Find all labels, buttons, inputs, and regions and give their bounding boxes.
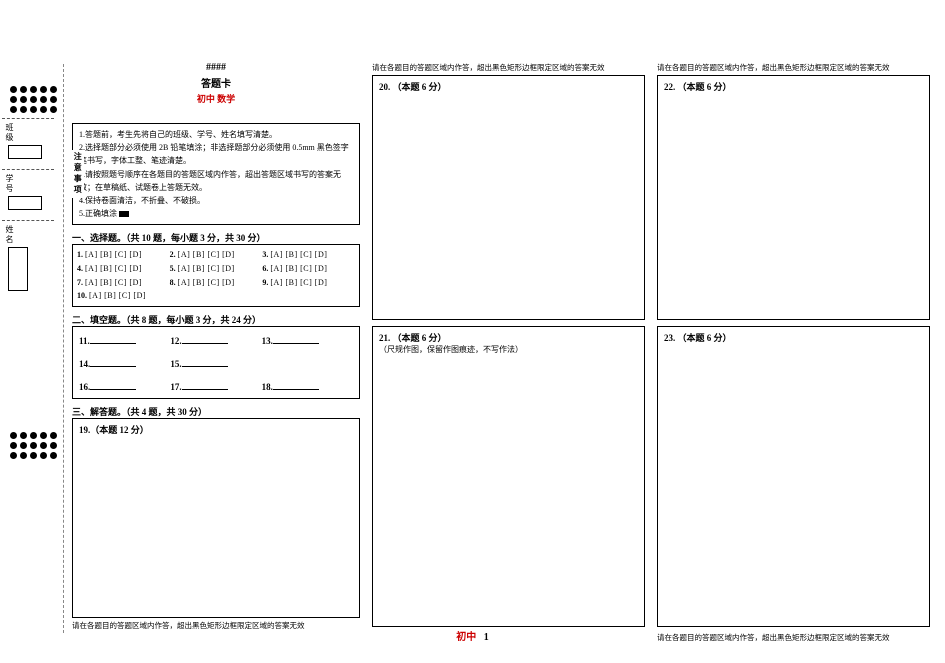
instruction-3: 3.请按照题号顺序在各题目的答题区域内作答，超出答题区域书写的答案无效；在草稿纸… — [79, 168, 353, 194]
mc-item-10[interactable]: 10. [A] [B] [C] [D] — [77, 289, 170, 303]
student-info-sidebar: 班 级 学 号 姓 名 — [2, 118, 54, 301]
mc-item-5[interactable]: 5. [A] [B] [C] [D] — [170, 262, 263, 276]
mc-item-9[interactable]: 9. [A] [B] [C] [D] — [262, 276, 355, 290]
mc-item-3[interactable]: 3. [A] [B] [C] [D] — [262, 248, 355, 262]
card-title: 答题卡 — [72, 75, 360, 90]
q20-heading: 20. （本题 6 分） — [379, 80, 638, 93]
instructions-side-label: 注意事项 — [71, 150, 84, 198]
number-label: 学 号 — [4, 174, 15, 192]
footer-page: 1 — [484, 632, 489, 643]
multiple-choice-box: 1. [A] [B] [C] [D] 2. [A] [B] [C] [D] 3.… — [72, 244, 360, 306]
q23-heading: 23. （本题 6 分） — [664, 331, 923, 344]
fill-12[interactable]: 12. — [170, 335, 261, 346]
page-title: #### 答题卡 初中 数学 — [72, 62, 360, 105]
q22-heading: 22. （本题 6 分） — [664, 80, 923, 93]
page-footer: 初中 1 — [0, 628, 945, 643]
answer-box-q22[interactable]: 22. （本题 6 分） — [657, 75, 930, 320]
q19-heading: 19.（本题 12 分） — [79, 423, 353, 436]
class-input-box[interactable] — [8, 145, 42, 159]
q21-sub: （尺规作图，保留作图痕迹，不写作法） — [379, 344, 638, 355]
instruction-4: 4.保持卷面清洁，不折叠、不破损。 — [79, 194, 353, 207]
mc-item-8[interactable]: 8. [A] [B] [C] [D] — [170, 276, 263, 290]
name-label: 姓 名 — [4, 225, 15, 243]
fill-11[interactable]: 11. — [79, 335, 170, 346]
alignment-markers-bottom — [10, 432, 57, 462]
section-1-heading: 一、选择题。（共 10 题，每小题 3 分，共 30 分） — [72, 231, 360, 244]
q21-heading: 21. （本题 6 分） — [379, 331, 638, 344]
binding-dash-line — [63, 64, 64, 633]
instruction-2: 2.选择题部分必须使用 2B 铅笔填涂；非选择题部分必须使用 0.5mm 黑色签… — [79, 141, 353, 167]
fill-15[interactable]: 15. — [170, 358, 261, 369]
mc-item-2[interactable]: 2. [A] [B] [C] [D] — [170, 248, 263, 262]
class-label: 班 级 — [4, 123, 15, 141]
fill-14[interactable]: 14. — [79, 358, 170, 369]
number-input-box[interactable] — [8, 196, 42, 210]
fill-18[interactable]: 18. — [262, 381, 353, 392]
mc-item-4[interactable]: 4. [A] [B] [C] [D] — [77, 262, 170, 276]
instruction-5: 5.正确填涂 — [79, 207, 353, 220]
col2-top-warning: 请在各题目的答题区域内作答，超出黑色矩形边框限定区域的答案无效 — [372, 62, 645, 73]
answer-box-q21[interactable]: 21. （本题 6 分） （尺规作图，保留作图痕迹，不写作法） — [372, 326, 645, 627]
answer-box-q23[interactable]: 23. （本题 6 分） — [657, 326, 930, 627]
subject-label: 初中 数学 — [72, 92, 360, 105]
mc-item-1[interactable]: 1. [A] [B] [C] [D] — [77, 248, 170, 262]
fill-13[interactable]: 13. — [262, 335, 353, 346]
col3-top-warning: 请在各题目的答题区域内作答，超出黑色矩形边框限定区域的答案无效 — [657, 62, 930, 73]
school-line: #### — [72, 62, 360, 73]
footer-label: 初中 — [456, 632, 476, 643]
mc-item-7[interactable]: 7. [A] [B] [C] [D] — [77, 276, 170, 290]
fill-17[interactable]: 17. — [170, 381, 261, 392]
fill-in-box: 11. 12. 13. 14. 15. 16. 17. 18. — [72, 326, 360, 399]
answer-box-q20[interactable]: 20. （本题 6 分） — [372, 75, 645, 320]
instruction-1: 1.答题前，考生先将自己的班级、学号、姓名填写清楚。 — [79, 128, 353, 141]
mc-item-6[interactable]: 6. [A] [B] [C] [D] — [262, 262, 355, 276]
section-3-heading: 三、解答题。（共 4 题，共 30 分） — [72, 405, 360, 418]
fill-16[interactable]: 16. — [79, 381, 170, 392]
name-input-box[interactable] — [8, 247, 28, 291]
fill-example-icon — [119, 211, 129, 217]
instructions-box: 注意事项 1.答题前，考生先将自己的班级、学号、姓名填写清楚。 2.选择题部分必… — [72, 123, 360, 225]
section-2-heading: 二、填空题。（共 8 题，每小题 3 分，共 24 分） — [72, 313, 360, 326]
answer-box-q19[interactable]: 19.（本题 12 分） — [72, 418, 360, 618]
alignment-markers-top — [10, 86, 57, 116]
